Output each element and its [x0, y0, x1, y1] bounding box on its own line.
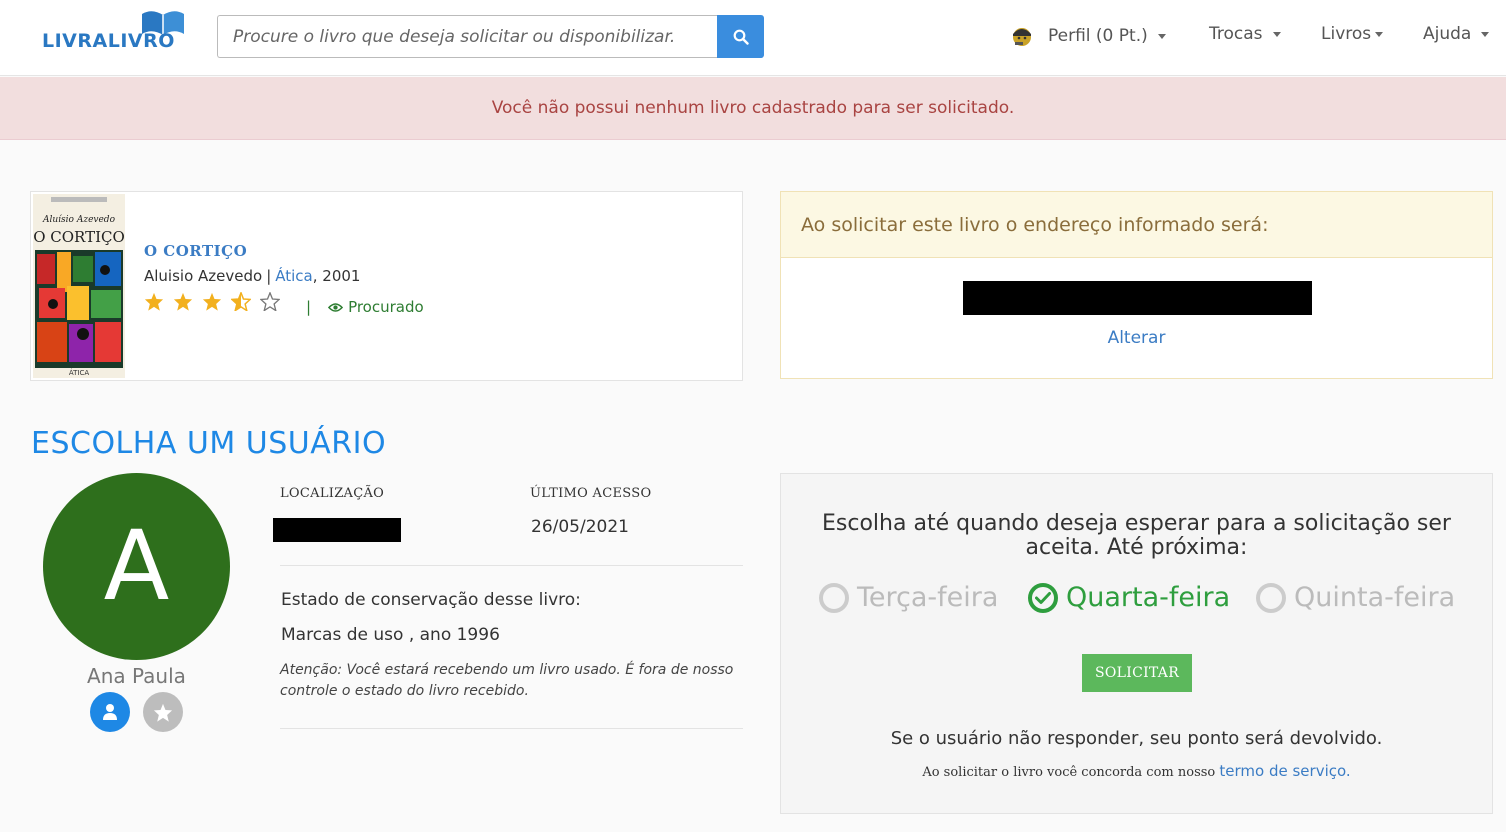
check-circle-icon: [1028, 582, 1058, 613]
nav-trocas-label: Trocas: [1209, 24, 1263, 44]
star-empty-icon: [260, 292, 280, 311]
option-label: Quarta-feira: [1066, 582, 1231, 613]
book-meta: Aluisio Azevedo | Ática, 2001: [144, 267, 360, 285]
book-year: , 2001: [312, 267, 361, 285]
change-address-link[interactable]: Alterar: [781, 328, 1492, 348]
nav-livros-label: Livros: [1321, 24, 1372, 44]
address-heading: Ao solicitar este livro o endereço infor…: [781, 192, 1492, 258]
meta-separator: |: [266, 267, 272, 285]
condition-label: Estado de conservação desse livro:: [281, 590, 581, 610]
solicitar-button[interactable]: SOLICITAR: [1082, 654, 1192, 692]
divider: [280, 728, 743, 729]
status-label: Procurado: [348, 298, 424, 316]
option-label: Terça-feira: [857, 582, 999, 613]
last-access-label: ÚLTIMO ACESSO: [530, 486, 652, 501]
option-quinta[interactable]: Quinta-feira: [1256, 582, 1455, 613]
chevron-down-icon: [1157, 33, 1166, 39]
alert-no-books: Você não possui nenhum livro cadastrado …: [0, 77, 1506, 140]
book-author: Aluisio Azevedo: [144, 267, 263, 285]
book-card: Aluísio Azevedo O CORTIÇO ÁTICA O CORTIÇ…: [30, 191, 743, 381]
search-bar: [217, 15, 764, 58]
terms-note: Ao solicitar o livro você concorda com n…: [781, 762, 1492, 780]
book-publisher[interactable]: Ática: [275, 267, 313, 285]
chevron-down-icon: [1481, 31, 1490, 37]
divider: [280, 565, 743, 566]
cover-author: Aluísio Azevedo: [42, 214, 116, 225]
request-panel: Escolha até quando deseja esperar para a…: [780, 473, 1493, 814]
redacted-location: [273, 518, 401, 542]
option-quarta[interactable]: Quarta-feira: [1028, 582, 1230, 613]
star-full-icon: [173, 292, 193, 311]
terms-text: Ao solicitar o livro você concorda com n…: [922, 765, 1216, 780]
last-access-value: 26/05/2021: [531, 517, 629, 537]
book-cover[interactable]: Aluísio Azevedo O CORTIÇO ÁTICA: [33, 194, 125, 378]
profile-avatar-icon: [1013, 28, 1031, 46]
option-terca[interactable]: Terça-feira: [819, 582, 998, 613]
star-full-icon: [144, 292, 164, 311]
book-title[interactable]: O CORTIÇO: [144, 242, 247, 260]
cover-title: O CORTIÇO: [33, 228, 125, 246]
nav-perfil-label: Perfil (0 Pt.): [1048, 26, 1148, 46]
condition-value: Marcas de uso , ano 1996: [281, 625, 500, 645]
top-navbar: LIVRALIVRO Perfil (0 Pt.) Trocas Livros …: [0, 0, 1506, 76]
nav-livros[interactable]: Livros: [1321, 24, 1384, 44]
location-label: LOCALIZAÇÃO: [280, 486, 385, 501]
nav-perfil[interactable]: Perfil (0 Pt.): [1010, 24, 1166, 48]
user-profile-button[interactable]: [90, 692, 130, 732]
chevron-down-icon: [1375, 31, 1384, 37]
star-half-icon: [231, 292, 251, 311]
svg-text:ÁTICA: ÁTICA: [69, 368, 89, 377]
eye-icon: [328, 302, 344, 312]
refund-note: Se o usuário não responder, seu ponto se…: [890, 728, 1383, 749]
search-button[interactable]: [717, 15, 764, 58]
radio-unchecked-icon: [1256, 582, 1286, 613]
address-panel: Ao solicitar este livro o endereço infor…: [780, 191, 1493, 379]
user-favorite-button[interactable]: [143, 692, 183, 732]
nav-ajuda-label: Ajuda: [1423, 24, 1472, 44]
user-avatar[interactable]: A: [43, 473, 230, 660]
chevron-down-icon: [1272, 31, 1281, 37]
nav-ajuda[interactable]: Ajuda: [1423, 24, 1490, 44]
book-rating: [144, 292, 280, 311]
search-input[interactable]: [217, 15, 717, 58]
book-status: | Procurado: [306, 298, 424, 316]
user-name: Ana Paula: [87, 664, 186, 688]
section-title: ESCOLHA UM USUÁRIO: [31, 426, 387, 461]
nav-trocas[interactable]: Trocas: [1209, 24, 1281, 44]
redacted-address: [963, 281, 1312, 315]
site-logo[interactable]: LIVRALIVRO: [42, 8, 192, 58]
user-icon: [103, 704, 117, 720]
option-label: Quinta-feira: [1294, 582, 1456, 613]
logo-text: LIVRALIVRO: [42, 30, 175, 52]
radio-unchecked-icon: [819, 582, 849, 613]
terms-link[interactable]: termo de serviço.: [1219, 762, 1350, 780]
used-book-warning: Atenção: Você estará recebendo um livro …: [280, 662, 734, 699]
request-title: Escolha até quando deseja esperar para a…: [822, 511, 1451, 560]
book-cover-image: Aluísio Azevedo O CORTIÇO ÁTICA: [33, 194, 125, 378]
star-full-icon: [202, 292, 222, 311]
star-icon: [153, 703, 173, 722]
search-icon: [733, 29, 749, 45]
status-separator: |: [306, 298, 312, 316]
